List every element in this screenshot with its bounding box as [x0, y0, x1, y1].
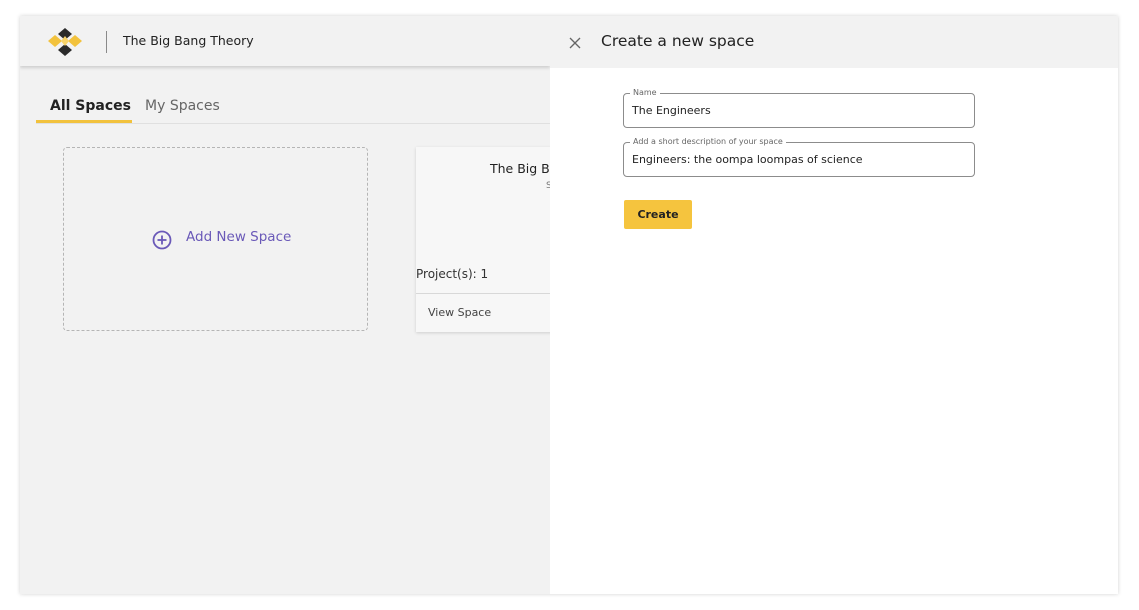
tabs-divider — [36, 123, 550, 124]
top-bar: The Big Bang Theory — [20, 16, 550, 66]
plus-circle-icon — [152, 230, 172, 250]
description-field-label: Add a short description of your space — [630, 136, 786, 147]
description-field-value: Engineers: the oompa loompas of science — [632, 153, 863, 166]
description-field[interactable]: Add a short description of your space En… — [623, 136, 975, 177]
name-field-label: Name — [630, 87, 660, 98]
header-divider — [106, 31, 107, 53]
tab-my-spaces[interactable]: My Spaces — [145, 98, 220, 114]
cubes-logo-icon[interactable] — [46, 26, 84, 58]
name-field[interactable]: Name The Engineers — [623, 87, 975, 128]
app-title: The Big Bang Theory — [123, 33, 254, 48]
projects-count: Project(s): 1 — [416, 267, 489, 281]
name-field-value: The Engineers — [632, 104, 711, 117]
add-new-space-label: Add New Space — [186, 229, 292, 245]
panel-title: Create a new space — [601, 32, 755, 50]
tab-all-spaces[interactable]: All Spaces — [50, 98, 131, 114]
app-window: The Big Bang Theory All Spaces My Spaces… — [20, 16, 1118, 594]
create-space-panel: Create a new space Name The Engineers Ad… — [550, 16, 1118, 594]
create-button[interactable]: Create — [624, 200, 692, 229]
close-icon[interactable] — [568, 35, 582, 49]
add-new-space-card[interactable]: Add New Space — [63, 147, 368, 331]
view-space-link[interactable]: View Space — [428, 306, 491, 319]
panel-header: Create a new space — [550, 16, 1118, 68]
space-name: The Big Ba — [490, 161, 558, 176]
